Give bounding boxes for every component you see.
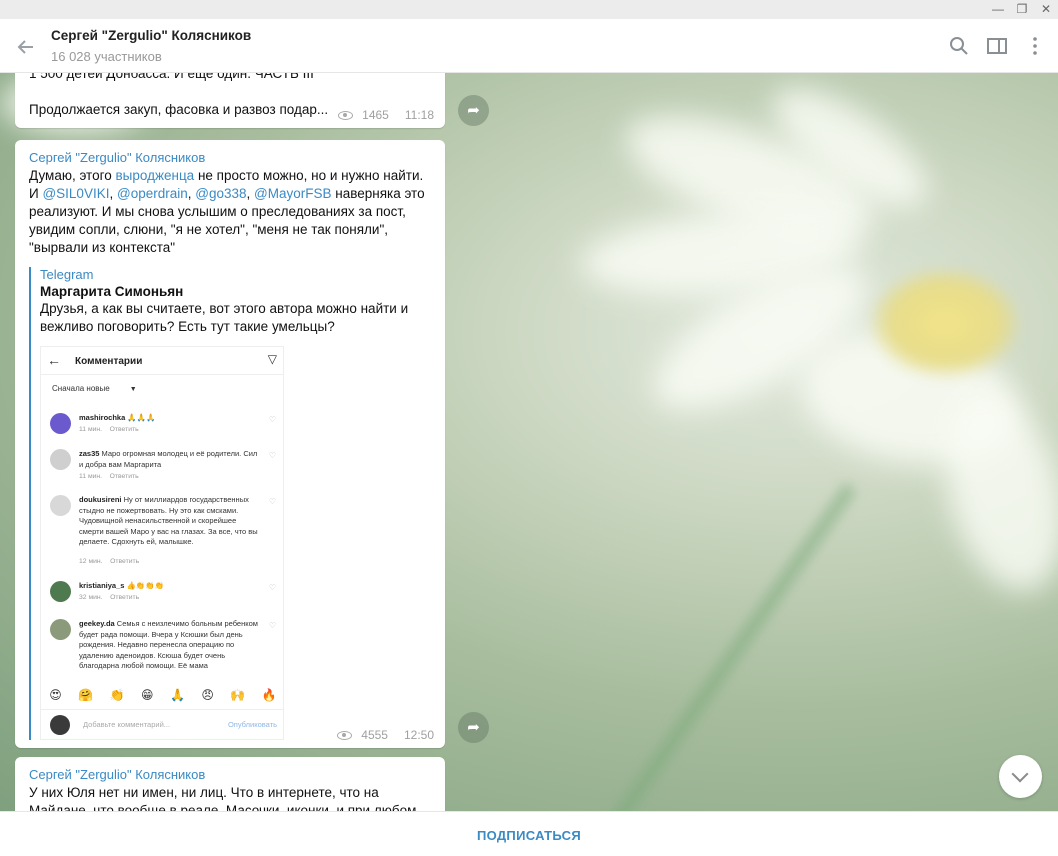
embedded-screenshot[interactable]: ← Комментарии ▽ Сначала новые ▼ mashiroch… (40, 346, 284, 740)
heart-icon: ♡ (268, 621, 276, 630)
comment-item: geekey.da Семья с неизлечимо больным реб… (50, 619, 276, 681)
screenshot-title: Комментарии (75, 356, 143, 367)
share-arrow-icon[interactable]: ➦ (458, 95, 489, 126)
comment-item: kristianiya_s 👍👏👏👏 32 мин. Ответить ♡ (50, 581, 276, 607)
mention-link[interactable]: @go338 (195, 186, 246, 201)
message-3[interactable]: Сергей "Zergulio" Колясников У них Юля н… (15, 757, 445, 811)
chat-title[interactable]: Сергей "Zergulio" Колясников (51, 28, 251, 43)
scroll-down-button[interactable] (999, 755, 1042, 798)
mention-link[interactable]: @SIL0VIKI (42, 186, 109, 201)
heart-icon: ♡ (268, 583, 276, 592)
restore-icon[interactable]: ❐ (1014, 2, 1030, 16)
message-text: У них Юля нет ни имен, ни лиц. Что в инт… (29, 785, 417, 811)
quote-source[interactable]: Telegram (40, 267, 431, 282)
eye-icon (337, 730, 353, 740)
window-titlebar: — ❐ ✕ (0, 0, 1058, 19)
message-author[interactable]: Сергей "Zergulio" Колясников (29, 150, 431, 165)
footer: ПОДПИСАТЬСЯ (0, 811, 1058, 856)
message-author[interactable]: Сергей "Zergulio" Колясников (29, 767, 431, 782)
view-count: 1465 (362, 108, 389, 122)
avatar (50, 449, 71, 470)
send-icon: ▽ (267, 352, 277, 366)
chat-background: 1 500 детей Донбасса. И еще один. ЧАСТЬ … (0, 73, 1058, 811)
close-icon[interactable]: ✕ (1038, 2, 1054, 16)
message-time: 12:50 (403, 728, 434, 742)
word-link[interactable]: выродженца (115, 168, 194, 183)
avatar (50, 715, 70, 735)
comment-item: zas35 Маро огромная молодец и её родител… (50, 449, 276, 483)
sidebar-toggle-icon[interactable] (985, 34, 1009, 58)
heart-icon: ♡ (268, 497, 276, 506)
avatar (50, 495, 71, 516)
quote-author: Маргарита Симоньян (40, 284, 184, 299)
chat-header: Сергей "Zergulio" Колясников 16 028 учас… (0, 19, 1058, 73)
mention-link[interactable]: @operdrain (117, 186, 188, 201)
message-meta: 4555 12:50 (337, 728, 434, 742)
flower-center (870, 268, 1020, 378)
minimize-icon[interactable]: — (990, 2, 1006, 16)
message-1[interactable]: 1 500 детей Донбасса. И еще один. ЧАСТЬ … (15, 73, 445, 128)
avatar (50, 619, 71, 640)
screenshot-header: ← Комментарии ▽ (41, 347, 283, 375)
eye-icon (338, 110, 354, 120)
view-count: 4555 (361, 728, 388, 742)
comment-input: Добавьте комментарий... Опубликовать (41, 709, 283, 739)
message-meta: 1465 11:18 (338, 108, 434, 122)
sort-selector: Сначала новые ▼ (52, 384, 137, 393)
emoji-bar: 😍 🤗 👏 😁 🙏 😠 🙌 🔥 (49, 688, 277, 702)
comment-item: mashirochka 🙏🙏🙏 11 мин. Ответить ♡ (50, 413, 276, 443)
avatar (50, 581, 71, 602)
more-vertical-icon[interactable] (1023, 34, 1047, 58)
quote-text: Друзья, а как вы считаете, вот этого авт… (40, 301, 409, 334)
back-arrow-icon: ← (47, 352, 61, 368)
heart-icon: ♡ (268, 451, 276, 460)
search-icon[interactable] (947, 34, 971, 58)
share-arrow-icon[interactable]: ➦ (458, 712, 489, 743)
heart-icon: ♡ (268, 415, 276, 424)
forwarded-quote[interactable]: Telegram Маргарита Симоньян Друзья, а ка… (29, 267, 431, 740)
message-text: Думаю, этого выродженца не просто можно,… (29, 168, 425, 255)
member-count: 16 028 участников (51, 49, 162, 64)
message-time: 11:18 (404, 108, 434, 122)
message-2[interactable]: Сергей "Zergulio" Колясников Думаю, этог… (15, 140, 445, 748)
comment-item: doukusireni Ну от миллиардов государстве… (50, 495, 276, 570)
mention-link[interactable]: @MayorFSB (254, 186, 331, 201)
subscribe-button[interactable]: ПОДПИСАТЬСЯ (477, 828, 581, 843)
back-arrow-icon[interactable] (12, 33, 40, 61)
avatar (50, 413, 71, 434)
